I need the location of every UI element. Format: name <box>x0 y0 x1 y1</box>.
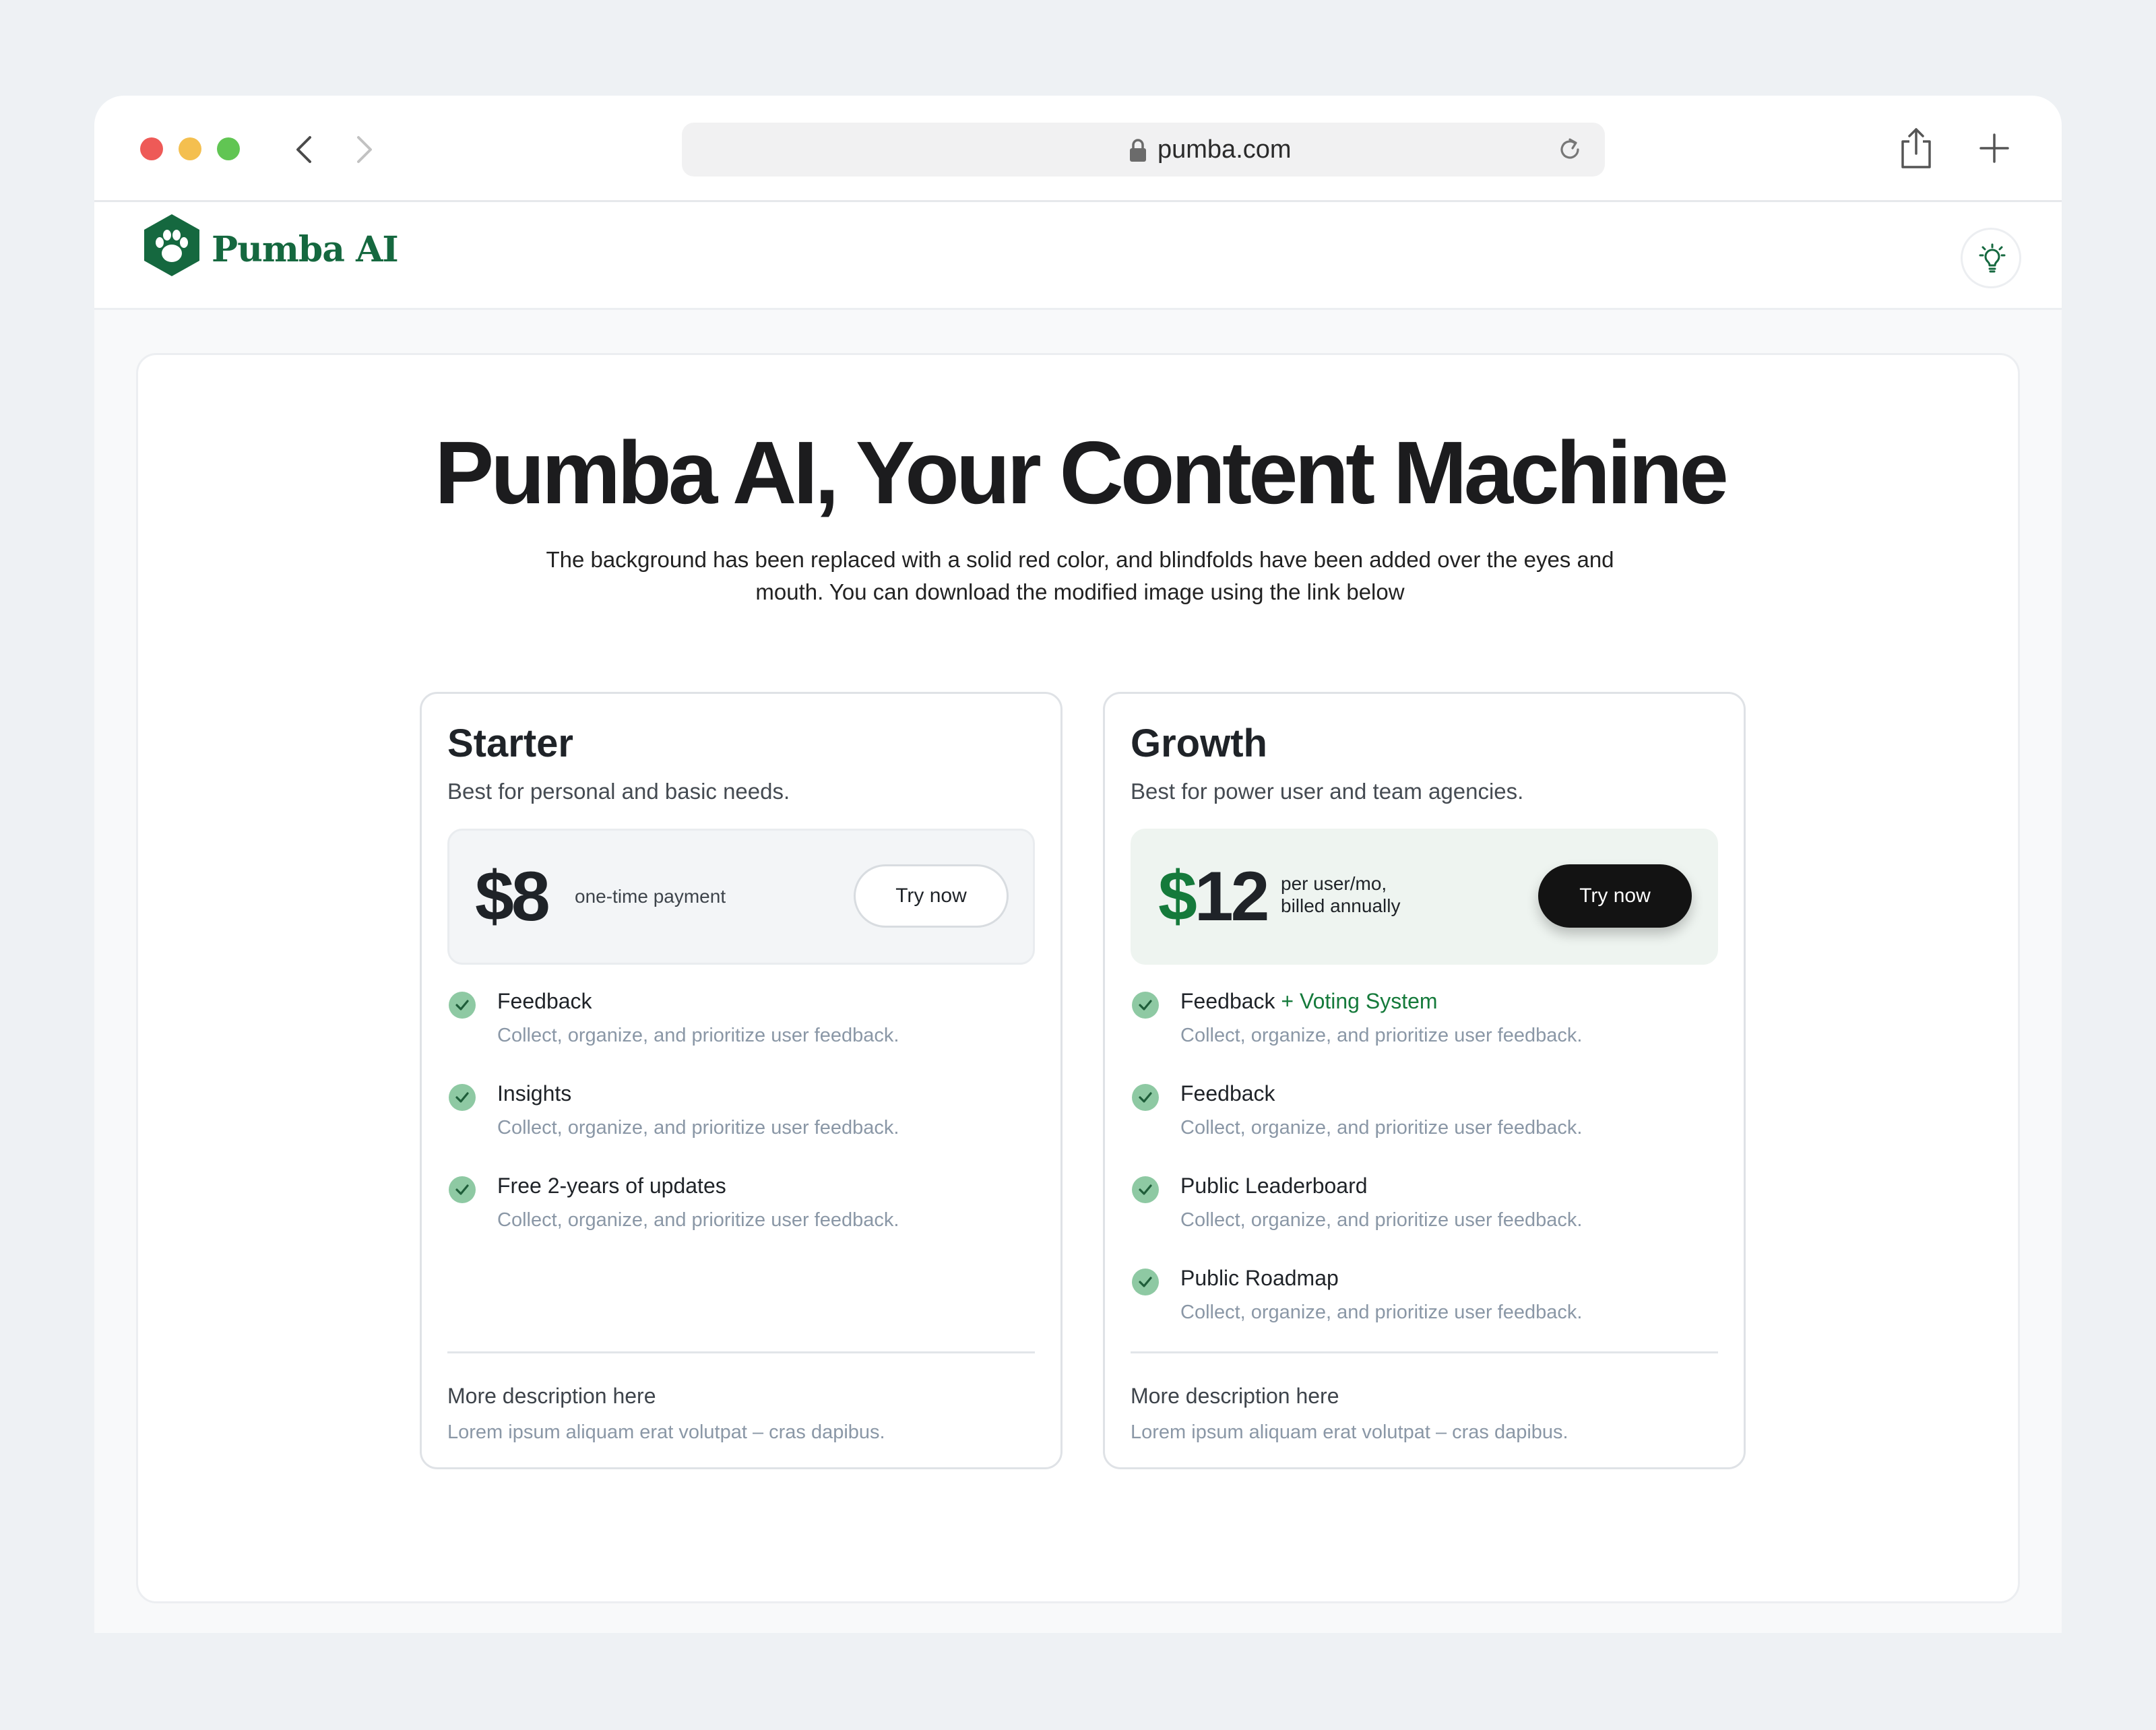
feature-title: Insights <box>497 1081 572 1106</box>
brand-name[interactable]: Pumba AI <box>212 229 399 270</box>
check-icon <box>1132 992 1159 1019</box>
check-icon <box>1132 1084 1159 1111</box>
check-icon <box>1132 1176 1159 1203</box>
feature-description: Collect, organize, and prioritize user f… <box>1180 1025 1583 1046</box>
lock-icon <box>1130 139 1146 162</box>
lightbulb-icon <box>1979 243 2006 273</box>
more-description-text: Lorem ipsum aliquam erat volutpat – cras… <box>1131 1421 1568 1443</box>
price: $8 <box>475 858 550 936</box>
plan-description: Best for personal and basic needs. <box>447 779 790 804</box>
feature-description: Collect, organize, and prioritize user f… <box>497 1209 899 1231</box>
feature-title: Public Leaderboard <box>1180 1174 1368 1198</box>
feature-title-text: Feedback <box>1180 989 1275 1013</box>
chevron-right-icon <box>357 136 372 163</box>
divider <box>447 1351 1035 1353</box>
plan-card-growth: Growth Best for power user and team agen… <box>1103 692 1746 1469</box>
feature-item: Insights Collect, organize, and prioriti… <box>447 1080 1040 1161</box>
reload-icon[interactable] <box>1554 133 1586 166</box>
chevron-left-icon <box>296 136 311 163</box>
feature-description: Collect, organize, and prioritize user f… <box>497 1025 899 1046</box>
divider <box>1131 1351 1718 1353</box>
url-text: pumba.com <box>1158 135 1292 164</box>
price-currency: $ <box>1158 858 1197 936</box>
price-note-line: per user/mo, <box>1281 873 1387 894</box>
plan-card-starter: Starter Best for personal and basic need… <box>420 692 1063 1469</box>
zoom-window-button[interactable] <box>217 137 240 160</box>
feature-description: Collect, organize, and prioritize user f… <box>1180 1117 1583 1139</box>
paw-icon[interactable] <box>143 213 201 278</box>
try-now-button[interactable]: Try now <box>1538 864 1692 928</box>
try-now-button[interactable]: Try now <box>854 864 1009 928</box>
page-title: Pumba AI, Your Content Machine <box>435 423 1729 522</box>
browser-window: pumba.com Pumba AI Pumba AI, Your Conten… <box>94 96 2062 1633</box>
back-button[interactable] <box>286 131 323 168</box>
feature-accent: + Voting System <box>1281 989 1438 1013</box>
minimize-window-button[interactable] <box>179 137 201 160</box>
plan-description: Best for power user and team agencies. <box>1131 779 1524 804</box>
feature-description: Collect, organize, and prioritize user f… <box>1180 1209 1583 1231</box>
feature-item: Feedback Collect, organize, and prioriti… <box>1131 1080 1723 1161</box>
theme-toggle-button[interactable] <box>1961 228 2021 288</box>
check-icon <box>449 1176 476 1203</box>
address-bar[interactable]: pumba.com <box>682 123 1605 177</box>
more-description-title: More description here <box>1131 1384 1339 1408</box>
plan-name: Growth <box>1131 722 1267 765</box>
price: $12 <box>1158 862 1270 932</box>
feature-title: Free 2-years of updates <box>497 1174 726 1198</box>
price-box: $8 one-time payment Try now <box>447 829 1035 965</box>
feature-description: Collect, organize, and prioritize user f… <box>497 1117 899 1139</box>
price-note: per user/mo, billed annually <box>1281 872 1400 917</box>
feature-title: Public Roadmap <box>1180 1266 1339 1290</box>
page-subtitle: The background has been replaced with a … <box>546 547 1614 604</box>
check-icon <box>1132 1269 1159 1295</box>
feature-item: Public Leaderboard Collect, organize, an… <box>1131 1172 1723 1253</box>
feature-description: Collect, organize, and prioritize user f… <box>1180 1302 1583 1323</box>
price-amount: 12 <box>1194 858 1270 936</box>
feature-title: Feedback <box>497 989 592 1013</box>
feature-item: Public Roadmap Collect, organize, and pr… <box>1131 1264 1723 1345</box>
price-note: one-time payment <box>575 886 726 907</box>
check-icon <box>449 992 476 1019</box>
feature-title: Feedback + Voting System <box>1180 988 1438 1015</box>
close-window-button[interactable] <box>140 137 163 160</box>
price-note-line: billed annually <box>1281 895 1401 916</box>
more-description-text: Lorem ipsum aliquam erat volutpat – cras… <box>447 1421 885 1443</box>
price-box: $12 per user/mo, billed annually Try now <box>1131 829 1718 965</box>
plus-icon[interactable] <box>1977 131 2012 166</box>
pricing-section: Pumba AI, Your Content Machine The backg… <box>136 353 2020 1603</box>
feature-item: Free 2-years of updates Collect, organiz… <box>447 1172 1040 1253</box>
feature-item: Feedback Collect, organize, and prioriti… <box>447 988 1040 1068</box>
share-icon[interactable] <box>1897 125 1935 171</box>
forward-button[interactable] <box>345 131 383 168</box>
feature-item: Feedback + Voting System Collect, organi… <box>1131 988 1723 1068</box>
plan-name: Starter <box>447 722 573 765</box>
more-description-title: More description here <box>447 1384 656 1408</box>
browser-toolbar: pumba.com <box>94 96 2062 202</box>
feature-title: Feedback <box>1180 1081 1275 1106</box>
check-icon <box>449 1084 476 1111</box>
